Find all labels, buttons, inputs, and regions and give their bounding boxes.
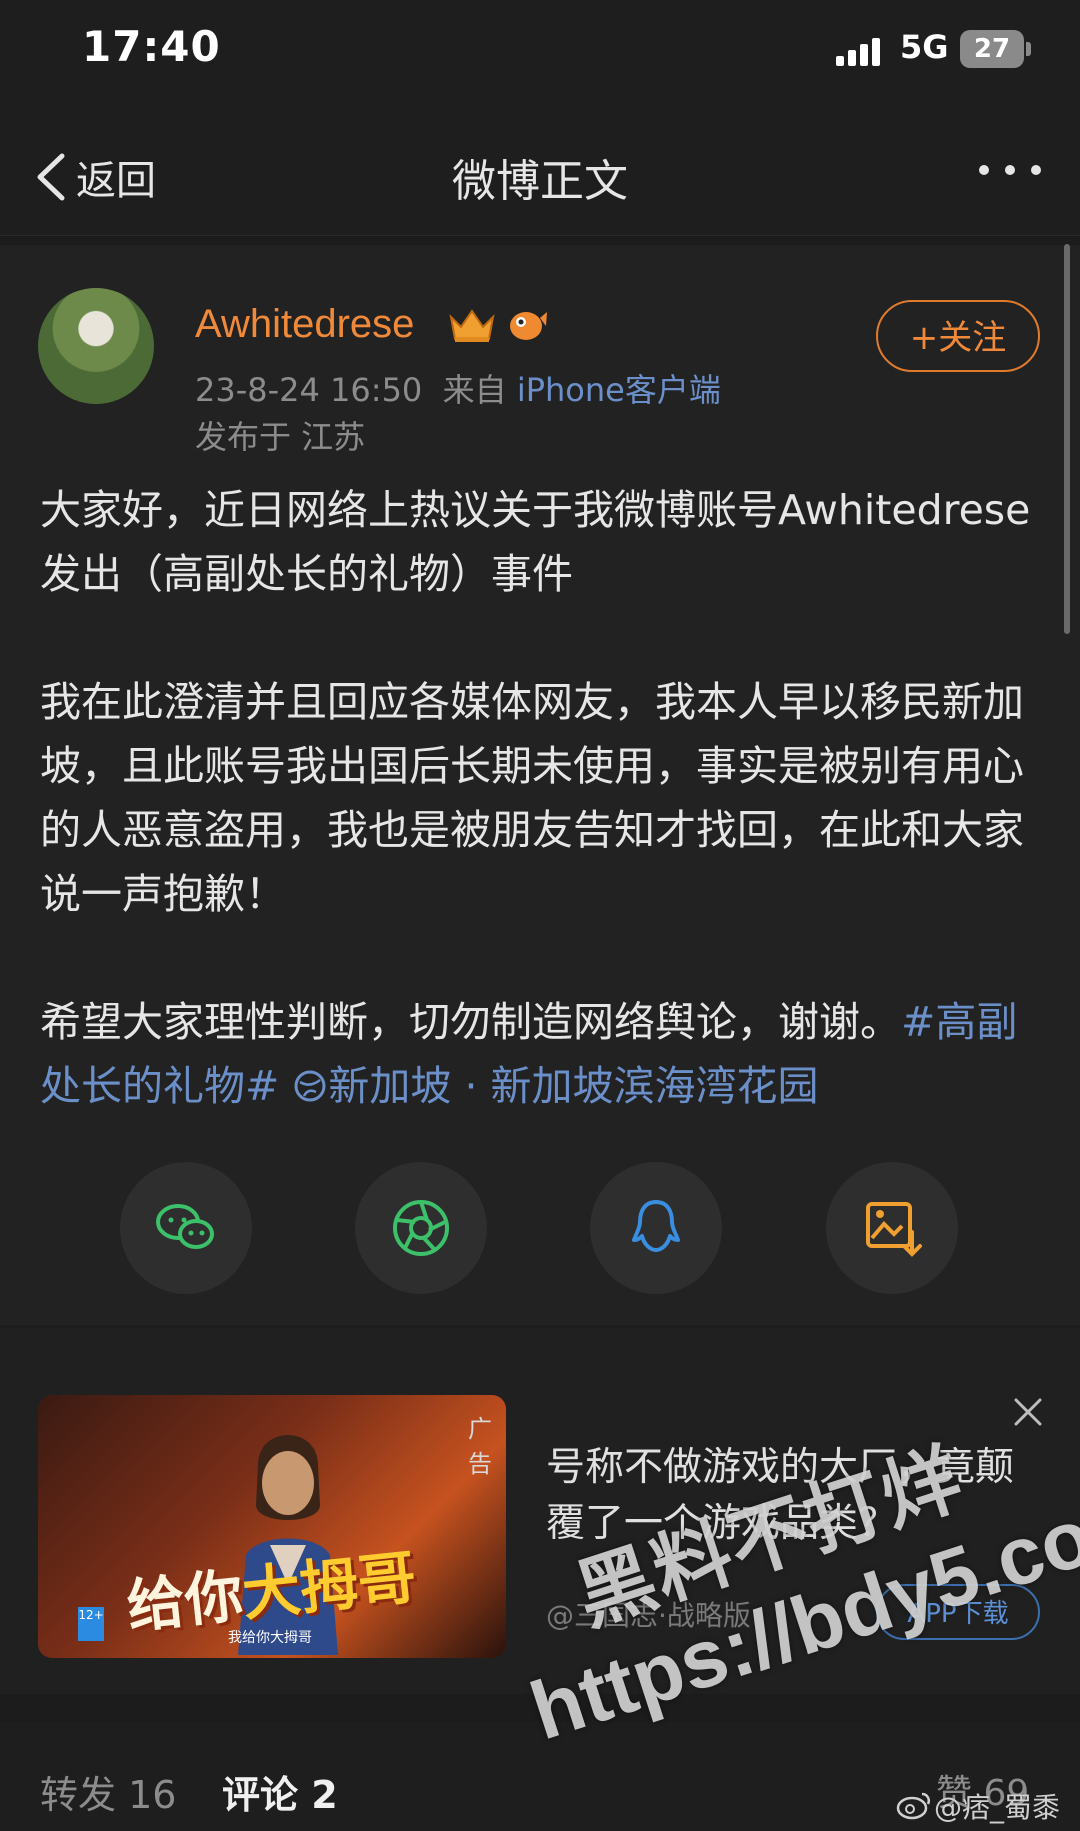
post-timestamp: 23-8-24 16:50 [195, 371, 423, 409]
ad-banner-image[interactable]: 给你大拇哥 我给你大拇哥 12+ 广告 [38, 1395, 506, 1658]
crown-icon [449, 309, 495, 342]
close-icon[interactable] [1010, 1394, 1046, 1430]
location-link[interactable]: 新加坡 · 新加坡滨海湾花园 [328, 1062, 818, 1110]
wechat-icon [156, 1204, 214, 1249]
source-prefix: 来自 [442, 371, 507, 409]
ad-banner-sub: 我给你大拇哥 [228, 1630, 312, 1646]
follow-button[interactable]: +关注 [876, 300, 1040, 372]
moments-icon [393, 1200, 449, 1256]
avatar[interactable] [38, 288, 154, 404]
post-paragraph-1: 大家好，近日网络上热议关于我微博账号Awhitedrese发出（高副处长的礼物）… [40, 486, 1031, 598]
scrollbar[interactable] [1064, 244, 1070, 634]
fish-badge-icon [510, 312, 547, 340]
age-rating-badge: 12+ [78, 1607, 104, 1641]
share-moments-button[interactable] [355, 1162, 487, 1294]
more-icon[interactable] [976, 160, 1044, 180]
post-meta: 23-8-24 16:50 来自 iPhone客户端 [195, 365, 721, 411]
location-pin-icon [294, 1070, 326, 1102]
battery-icon: 27 [960, 30, 1024, 68]
post-location: 发布于 江苏 [195, 418, 366, 456]
signal-icon [836, 38, 880, 66]
save-image-icon [866, 1202, 922, 1257]
weibo-logo-icon [896, 1792, 930, 1820]
post-paragraph-2: 我在此澄清并且回应各媒体网友，我本人早以移民新加坡，且此账号我出国后长期未使用，… [40, 678, 1024, 918]
battery-tip [1026, 42, 1031, 56]
share-qq-button[interactable] [590, 1162, 722, 1294]
post-content: 大家好，近日网络上热议关于我微博账号Awhitedrese发出（高副处长的礼物）… [40, 478, 1040, 1118]
tab-comment[interactable]: 评论 2 [222, 1764, 338, 1819]
username[interactable]: Awhitedrese [195, 302, 414, 347]
status-time: 17:40 [82, 22, 221, 71]
ad-tag: 广告 [468, 1415, 492, 1478]
save-image-button[interactable] [826, 1162, 958, 1294]
page-title: 微博正文 [452, 156, 628, 207]
network-label: 5G [900, 28, 949, 66]
post-paragraph-3: 希望大家理性判断，切勿制造网络舆论，谢谢。 [40, 998, 901, 1046]
tab-repost[interactable]: 转发 16 [40, 1764, 176, 1819]
credit-watermark: @痞_蜀黍 [934, 1791, 1061, 1824]
share-wechat-button[interactable] [120, 1162, 252, 1294]
source-link[interactable]: iPhone客户端 [517, 371, 721, 409]
qq-icon [632, 1200, 680, 1252]
